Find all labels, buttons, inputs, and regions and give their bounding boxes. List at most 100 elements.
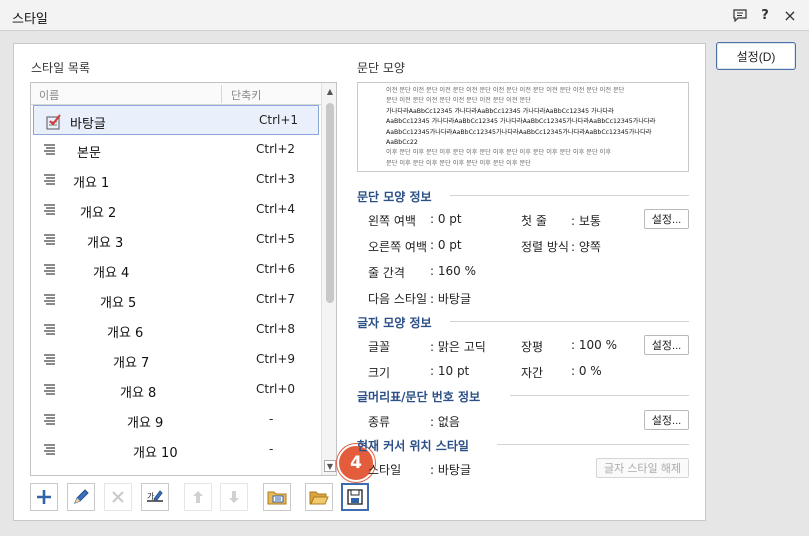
section-divider [510, 395, 689, 396]
col-header-shortcut[interactable]: 단축키 [231, 87, 261, 103]
style-row[interactable]: 개요 5 Ctrl+7 [31, 285, 321, 315]
comment-icon[interactable] [731, 6, 749, 24]
move-up-button[interactable] [184, 483, 212, 511]
style-row[interactable]: 바탕글 Ctrl+1 [33, 105, 319, 135]
align-label: 정렬 방식 [521, 240, 569, 254]
save-styles-button[interactable] [341, 483, 369, 511]
replace-style-button[interactable]: 가 [141, 483, 169, 511]
right-margin-label: 오른쪽 여백 [368, 240, 428, 254]
style-shortcut: - [269, 442, 274, 456]
scroll-thumb[interactable] [326, 103, 334, 303]
style-row[interactable]: 본문 Ctrl+2 [31, 135, 321, 165]
line-spacing-value: : 160 % [430, 264, 476, 278]
add-style-button[interactable] [30, 483, 58, 511]
section-divider [497, 444, 689, 445]
paragraph-style-icon [43, 323, 57, 337]
paragraph-style-icon [43, 263, 57, 277]
paragraph-style-icon [43, 413, 57, 427]
style-row[interactable]: 개요 6 Ctrl+8 [31, 315, 321, 345]
bullet-settings-button[interactable]: 설정... [644, 410, 689, 430]
col-separator [221, 85, 222, 103]
section-divider [450, 195, 689, 196]
help-icon[interactable]: ? [756, 6, 774, 24]
style-row[interactable]: 개요 7 Ctrl+9 [31, 345, 321, 375]
style-shortcut: Ctrl+8 [256, 322, 296, 336]
char-settings-button[interactable]: 설정... [644, 335, 689, 355]
paragraph-style-icon [43, 383, 57, 397]
style-name: 개요 5 [100, 296, 137, 311]
next-style-label: 다음 스타일 [368, 292, 428, 306]
para-settings-button[interactable]: 설정... [644, 209, 689, 229]
list-scrollbar[interactable]: ▲ ▼ [321, 83, 336, 475]
style-shortcut: - [269, 412, 274, 426]
style-list-heading: 스타일 목록 [31, 61, 91, 75]
bullet-type-label: 종류 [368, 415, 391, 429]
style-row[interactable]: 개요 4 Ctrl+6 [31, 255, 321, 285]
style-row[interactable]: 개요 1 Ctrl+3 [31, 165, 321, 195]
paragraph-style-icon [43, 353, 57, 367]
line-spacing-label: 줄 간격 [368, 266, 405, 280]
style-name: 본문 [77, 146, 101, 161]
delete-style-button[interactable] [104, 483, 132, 511]
left-margin-value: : 0 pt [430, 212, 462, 226]
style-name: 개요 8 [120, 386, 157, 401]
checked-style-icon [46, 114, 61, 130]
paragraph-preview: 이전 문단 이전 문단 이전 문단 이전 문단 이전 문단 이전 문단 이전 문… [357, 82, 689, 172]
size-label: 크기 [368, 366, 391, 380]
style-row[interactable]: 개요 9 - [31, 405, 321, 435]
title-bar: 스타일 ? × [0, 0, 809, 31]
col-header-name[interactable]: 이름 [39, 87, 59, 103]
style-name: 개요 7 [113, 356, 150, 371]
open-styles-button[interactable] [305, 483, 333, 511]
preview-line: 이후 문단 이후 문단 이후 문단 이후 문단 이후 문단 이후 문단 이후 문… [386, 149, 612, 157]
style-shortcut: Ctrl+5 [256, 232, 296, 246]
clear-char-style-button[interactable]: 글자 스타일 해제 [596, 458, 689, 478]
style-list[interactable]: 이름 단축키 바탕글 Ctrl+1 본문 Ctrl+2 개요 1 Ctrl+3 … [30, 82, 337, 476]
style-folder-icon [267, 491, 287, 505]
style-shortcut: Ctrl+7 [256, 292, 296, 306]
paragraph-style-icon [43, 173, 57, 187]
svg-text:가: 가 [147, 492, 155, 501]
preview-line: 가나다라AaBbCc12345 가나다라AaBbCc12345 가나다라AaBb… [386, 107, 614, 115]
style-rows: 바탕글 Ctrl+1 본문 Ctrl+2 개요 1 Ctrl+3 개요 2 Ct… [31, 105, 321, 465]
style-name: 개요 4 [93, 266, 130, 281]
char-info-title: 글자 모양 정보 [357, 316, 432, 330]
left-margin-label: 왼쪽 여백 [368, 214, 416, 228]
scroll-down-icon[interactable]: ▼ [324, 460, 336, 472]
move-down-button[interactable] [220, 483, 248, 511]
preview-line: 이전 문단 이전 문단 이전 문단 이전 문단 이전 문단 이전 문단 이전 문… [386, 87, 625, 94]
style-row[interactable]: 개요 10 - [31, 435, 321, 465]
scroll-up-icon[interactable]: ▲ [324, 86, 336, 98]
preview-line: AaBbCc12345 가나다라AaBbCc12345 가나다라AaBbCc12… [386, 118, 656, 126]
style-shortcut: Ctrl+0 [256, 382, 296, 396]
first-line-value: : 보통 [571, 214, 601, 228]
style-row[interactable]: 개요 2 Ctrl+4 [31, 195, 321, 225]
close-icon[interactable]: × [781, 6, 799, 25]
open-folder-icon [309, 491, 329, 505]
preview-heading: 문단 모양 [357, 61, 405, 75]
style-shortcut: Ctrl+1 [259, 113, 299, 127]
import-styles-button[interactable] [263, 483, 291, 511]
cursor-style-label: 스타일 [368, 463, 402, 477]
bullet-info-title: 글머리표/문단 번호 정보 [357, 390, 481, 404]
style-row[interactable]: 개요 3 Ctrl+5 [31, 225, 321, 255]
style-shortcut: Ctrl+9 [256, 352, 296, 366]
width-value: : 100 % [571, 338, 617, 352]
preview-line: AaBbCc22 [386, 139, 418, 147]
width-label: 장평 [521, 340, 544, 354]
window-title: 스타일 [12, 12, 48, 27]
list-header: 이름 단축키 [31, 83, 321, 105]
save-icon [347, 489, 363, 505]
style-name: 개요 2 [80, 206, 117, 221]
cursor-style-value: : 바탕글 [430, 463, 471, 477]
preview-line: 문단 이전 문단 이전 문단 이전 문단 이전 문단 이전 문단 [386, 97, 531, 105]
bullet-type-value: : 없음 [430, 415, 460, 429]
edit-style-button[interactable] [67, 483, 95, 511]
settings-button[interactable]: 설정(D) [716, 42, 796, 70]
next-style-value: : 바탕글 [430, 292, 471, 306]
style-shortcut: Ctrl+6 [256, 262, 296, 276]
font-label: 글꼴 [368, 340, 391, 354]
style-shortcut: Ctrl+2 [256, 142, 296, 156]
size-value: : 10 pt [430, 364, 470, 378]
style-row[interactable]: 개요 8 Ctrl+0 [31, 375, 321, 405]
